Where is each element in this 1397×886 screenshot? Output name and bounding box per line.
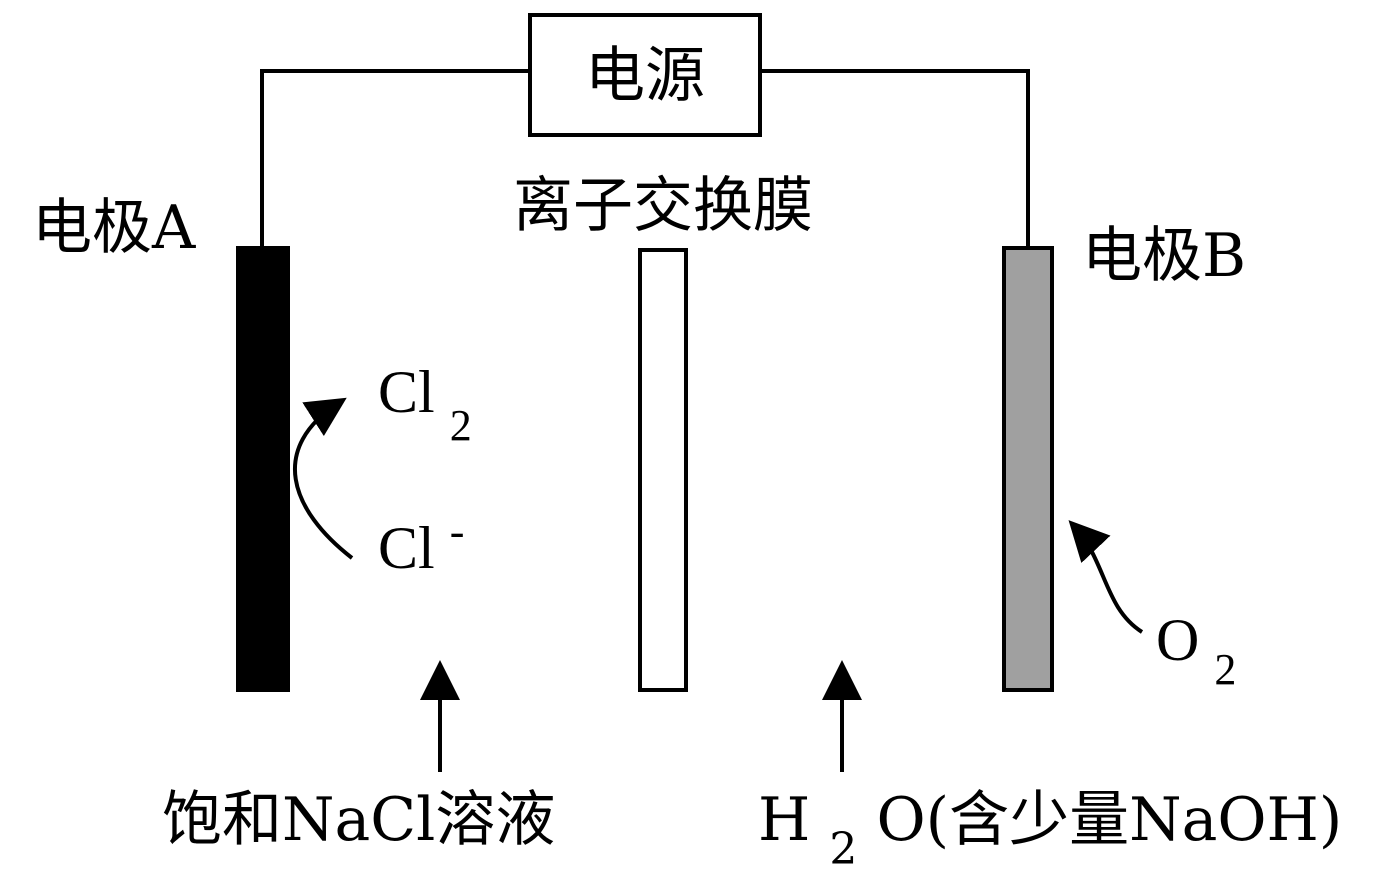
- o2-label: O 2: [1156, 607, 1236, 694]
- h2o-subscript: 2: [829, 824, 857, 875]
- power-source-label: 电源: [585, 41, 705, 111]
- o2-base: O: [1156, 607, 1199, 673]
- left-inlet-label: 饱和NaCl溶液: [162, 785, 555, 855]
- h2o-rest: O(含少量NaOH): [876, 785, 1342, 855]
- h2o-h: H: [758, 785, 810, 855]
- o2-reduction-arrow: [1068, 520, 1144, 634]
- cl-ion-superscript: -: [450, 507, 465, 556]
- circuit-wire: [260, 69, 530, 248]
- cl2-base: Cl: [378, 359, 435, 425]
- cl-ion-base: Cl: [378, 515, 435, 581]
- cl2-subscript: 2: [450, 401, 472, 450]
- cl-ion-label: Cl -: [378, 507, 464, 581]
- electrode-a-label: 电极A: [32, 193, 196, 263]
- membrane-label: 离子交换膜: [513, 171, 813, 241]
- right-inlet-label: H 2 O(含少量NaOH): [758, 785, 1342, 879]
- cl2-label: Cl 2: [378, 359, 472, 450]
- electrode-a: [236, 246, 290, 692]
- electrode-b-label: 电极B: [1082, 221, 1246, 291]
- cl-oxidation-arrow: [292, 397, 354, 560]
- ion-exchange-membrane: [638, 248, 688, 692]
- electrode-b: [1002, 246, 1054, 692]
- power-source: 电源: [528, 13, 762, 137]
- electrolysis-cell-diagram: 电源 电极A 离子交换膜 电极B Cl 2 Cl - O 2 饱和NaCl溶液 …: [32, 13, 1342, 879]
- o2-subscript: 2: [1214, 645, 1236, 694]
